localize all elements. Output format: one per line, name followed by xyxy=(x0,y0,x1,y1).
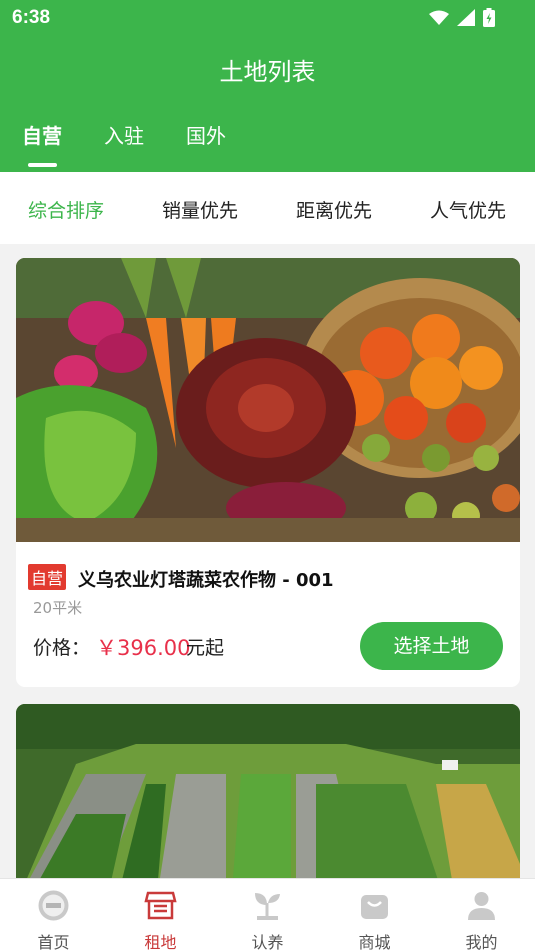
price-value: ￥396.00 xyxy=(96,636,191,660)
signal-icon xyxy=(457,9,475,26)
user-icon xyxy=(468,892,495,920)
page-title: 土地列表 xyxy=(219,58,316,86)
active-tab-indicator xyxy=(28,163,57,167)
status-icons xyxy=(429,8,495,27)
nav-label: 认养 xyxy=(251,933,284,951)
tab-self-operated[interactable]: 自营 xyxy=(22,120,62,167)
tab-label: 国外 xyxy=(186,124,226,148)
land-card[interactable]: 自营 义乌农业灯塔蔬菜农作物 - 001 20平米 价格： ￥396.00 元起… xyxy=(16,258,520,687)
tab-settled[interactable]: 入驻 xyxy=(104,120,144,149)
mall-icon xyxy=(361,895,388,919)
select-land-button[interactable]: 选择土地 xyxy=(360,622,503,670)
nav-label: 商城 xyxy=(358,933,391,951)
status-time: 6:38 xyxy=(12,7,51,28)
bottom-nav: 首页 租地 认养 商城 我的 xyxy=(0,878,535,951)
land-card[interactable] xyxy=(16,704,520,904)
wifi-icon xyxy=(429,10,449,25)
nav-mall[interactable]: 商城 xyxy=(321,885,428,951)
tab-overseas[interactable]: 国外 xyxy=(186,120,226,149)
store-icon xyxy=(144,891,177,920)
sprout-icon xyxy=(255,893,280,920)
home-emblem-icon xyxy=(38,890,69,921)
nav-rent-land[interactable]: 租地 xyxy=(107,885,214,951)
nav-label: 我的 xyxy=(465,933,498,951)
land-area: 20平米 xyxy=(33,599,83,617)
sort-popularity[interactable]: 人气优先 xyxy=(430,196,506,223)
self-operated-badge: 自营 xyxy=(28,564,67,590)
nav-adopt[interactable]: 认养 xyxy=(214,885,321,951)
tab-label: 自营 xyxy=(22,124,62,148)
tab-label: 入驻 xyxy=(104,124,144,148)
sort-sales[interactable]: 销量优先 xyxy=(162,196,238,223)
nav-label: 首页 xyxy=(37,933,70,951)
nav-home[interactable]: 首页 xyxy=(0,885,107,951)
nav-me[interactable]: 我的 xyxy=(428,885,535,951)
sort-distance[interactable]: 距离优先 xyxy=(296,196,372,223)
status-bar: 6:38 xyxy=(0,0,535,36)
nav-label: 租地 xyxy=(144,933,177,951)
garden-beds-photo xyxy=(16,704,520,904)
sort-bar: 综合排序 销量优先 距离优先 人气优先 xyxy=(0,172,535,244)
battery-icon xyxy=(483,8,495,27)
price-label: 价格： xyxy=(33,637,91,659)
vegetables-photo xyxy=(16,258,520,542)
header-bar: 6:38 土地列表 自营 入驻 国外 xyxy=(0,0,535,172)
land-name: 义乌农业灯塔蔬菜农作物 - 001 xyxy=(78,570,334,591)
category-tabs: 自营 入驻 国外 xyxy=(22,120,226,167)
sort-comprehensive[interactable]: 综合排序 xyxy=(28,196,104,223)
price-suffix: 元起 xyxy=(186,637,225,659)
